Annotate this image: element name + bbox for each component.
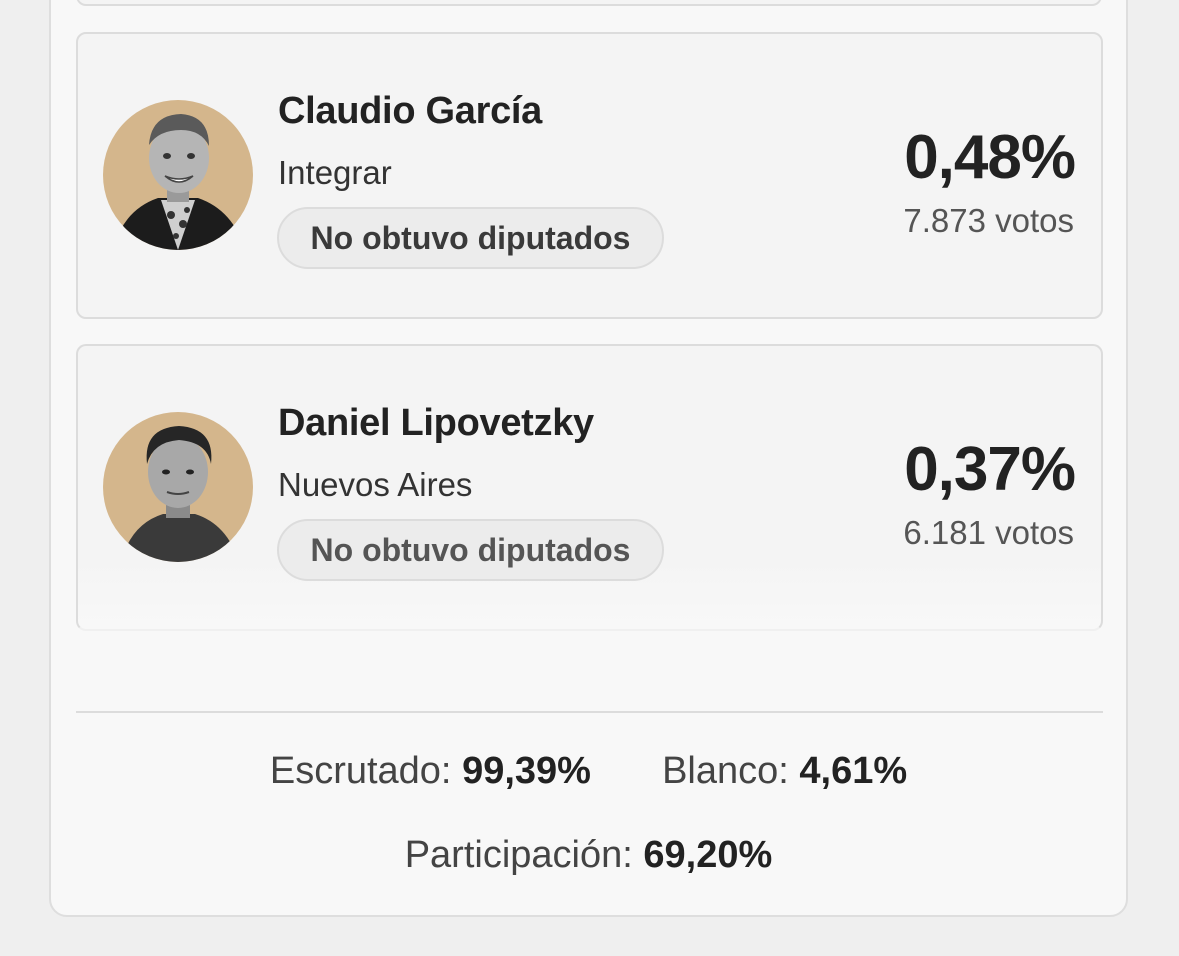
candidate-party: Nuevos Aires <box>278 466 473 503</box>
divider <box>76 711 1103 713</box>
participation-value: 69,20% <box>643 834 773 876</box>
vote-count: 7.873 votos <box>903 202 1074 239</box>
status-badge: No obtuvo diputados <box>277 519 664 581</box>
summary-stats-row: Escrutado: 99,39% Blanco: 4,61% <box>49 750 1128 793</box>
vote-percentage: 0,48% <box>904 123 1076 192</box>
scrutinized-value: 99,39% <box>462 750 591 792</box>
person-photo-icon <box>113 114 245 250</box>
participation-row: Participación: 69,20% <box>49 834 1128 877</box>
candidate-avatar <box>103 100 253 250</box>
status-badge: No obtuvo diputados <box>277 207 664 269</box>
scrutinized-label: Escrutado: <box>269 750 452 792</box>
candidate-name: Claudio García <box>278 90 542 132</box>
vote-count: 6.181 votos <box>903 514 1074 551</box>
candidate-avatar <box>103 412 253 562</box>
candidate-card[interactable]: Claudio García Integrar No obtuvo diputa… <box>76 32 1103 319</box>
candidate-party: Integrar <box>278 154 392 191</box>
candidate-card[interactable]: Daniel Lipovetzky Nuevos Aires No obtuvo… <box>76 344 1103 631</box>
blank-label: Blanco: <box>662 750 789 792</box>
participation-label: Participación: <box>404 834 633 876</box>
vote-percentage: 0,37% <box>904 435 1076 504</box>
blank-value: 4,61% <box>799 750 908 792</box>
candidate-name: Daniel Lipovetzky <box>278 402 594 444</box>
person-photo-icon <box>121 426 239 562</box>
previous-candidate-card[interactable] <box>76 0 1102 6</box>
